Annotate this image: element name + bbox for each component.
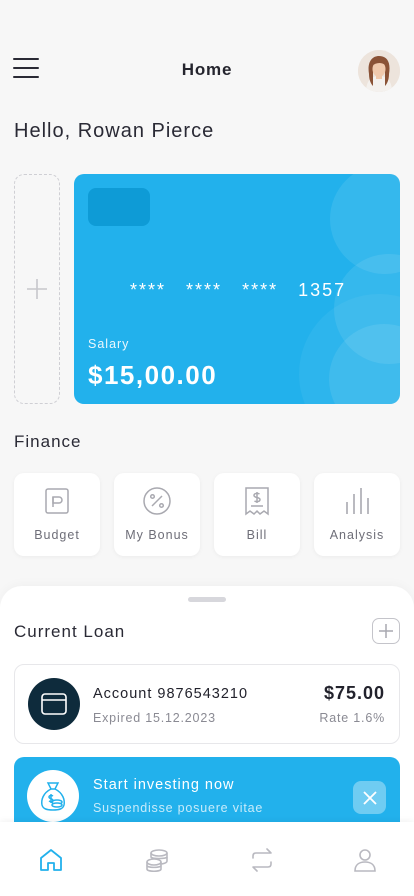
- loan-rate: Rate 1.6%: [319, 711, 385, 725]
- card-number-group: ****: [186, 280, 223, 300]
- loan-expiry: Expired 15.12.2023: [93, 711, 216, 725]
- sheet-drag-handle[interactable]: [188, 597, 226, 602]
- loan-amount: $75.00: [323, 683, 385, 703]
- tab-savings[interactable]: [143, 846, 171, 874]
- add-card-button[interactable]: [14, 174, 60, 404]
- greeting: Hello, Rowan Pierce: [14, 120, 215, 142]
- finance-grid: Budget My Bonus Bill Analysis: [14, 473, 400, 556]
- bottom-tab-bar: [0, 822, 414, 896]
- credit-card-icon: [28, 678, 80, 730]
- close-icon: [362, 790, 377, 805]
- promo-subtitle: Suspendisse posuere vitae: [93, 801, 264, 815]
- money-bag-icon: [27, 770, 79, 822]
- finance-bill-button[interactable]: Bill: [214, 473, 300, 556]
- current-loan-title: Current Loan: [14, 622, 126, 641]
- receipt-icon: [242, 485, 272, 517]
- finance-item-label: Bill: [246, 528, 268, 542]
- card-number-group: ****: [242, 280, 279, 300]
- finance-bonus-button[interactable]: My Bonus: [114, 473, 200, 556]
- coins-icon: [146, 849, 168, 873]
- plus-icon: [379, 624, 393, 638]
- add-loan-button[interactable]: [372, 618, 400, 644]
- finance-item-label: Budget: [34, 528, 80, 542]
- card-number-last4: 1357: [298, 280, 347, 300]
- loan-account: Account 9876543210: [93, 686, 249, 702]
- card-chip: [88, 188, 150, 226]
- tab-home[interactable]: [37, 846, 65, 874]
- page-title: Home: [181, 60, 233, 79]
- wallet-icon: [42, 485, 72, 517]
- avatar[interactable]: [358, 50, 400, 92]
- card-number: **** **** **** 1357: [130, 280, 346, 301]
- invest-promo-banner[interactable]: Start investing now Suspendisse posuere …: [14, 757, 400, 827]
- tab-transfer[interactable]: [248, 846, 276, 874]
- tab-profile[interactable]: [351, 846, 379, 874]
- bar-chart-icon: [342, 485, 372, 517]
- finance-item-label: My Bonus: [125, 528, 189, 542]
- promo-title: Start investing now: [93, 777, 235, 793]
- finance-budget-button[interactable]: Budget: [14, 473, 100, 556]
- finance-item-label: Analysis: [329, 528, 385, 542]
- card-number-group: ****: [130, 280, 167, 300]
- salary-card[interactable]: **** **** **** 1357 Salary $15,00.00: [74, 174, 400, 404]
- finance-title: Finance: [14, 432, 82, 451]
- card-balance: $15,00.00: [88, 360, 218, 390]
- finance-analysis-button[interactable]: Analysis: [314, 473, 400, 556]
- close-promo-button[interactable]: [353, 781, 386, 814]
- home-icon: [40, 849, 62, 871]
- card-label: Salary: [88, 337, 130, 351]
- loan-card[interactable]: Account 9876543210 Expired 15.12.2023 $7…: [14, 664, 400, 744]
- profile-icon: [354, 849, 376, 872]
- header: Home: [0, 46, 414, 94]
- card-decoration: [299, 294, 400, 404]
- plus-icon: [27, 279, 47, 299]
- percent-icon: [142, 485, 172, 517]
- transfer-icon: [252, 848, 272, 872]
